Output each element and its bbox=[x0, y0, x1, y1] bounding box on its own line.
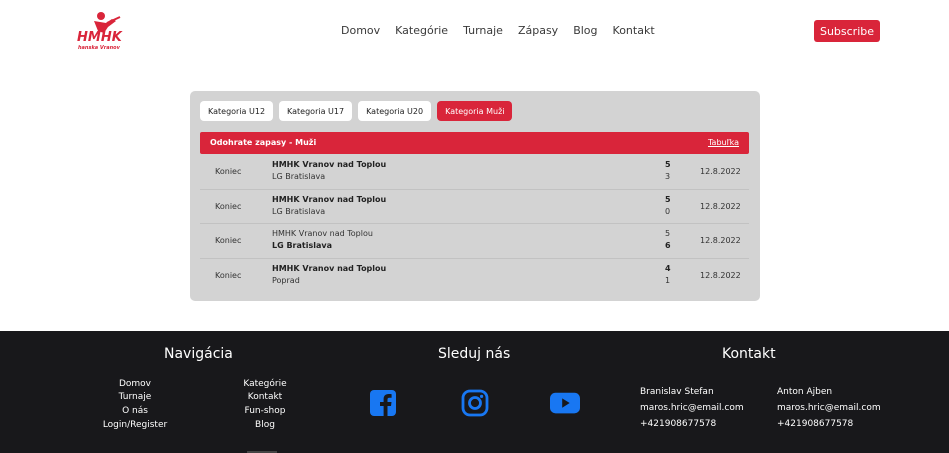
match-date: 12.8.2022 bbox=[700, 236, 741, 245]
home-score: 5 bbox=[665, 194, 671, 204]
away-score: 3 bbox=[665, 172, 671, 181]
contact-email[interactable]: maros.hric@email.com bbox=[777, 403, 881, 413]
category-tabs: Kategoria U12 Kategoria U17 Kategoria U2… bbox=[200, 101, 518, 121]
nav-item-zapasy[interactable]: Zápasy bbox=[518, 24, 558, 38]
main-nav: Domov Kategórie Turnaje Zápasy Blog Kont… bbox=[341, 24, 670, 38]
logo-icon: HMHK hanska Vranov bbox=[77, 12, 123, 51]
contact-name: Anton Ajben bbox=[777, 387, 833, 397]
match-status: Koniec bbox=[215, 270, 242, 280]
match-date: 12.8.2022 bbox=[700, 167, 741, 176]
away-score: 0 bbox=[665, 206, 671, 216]
section-title: Odohrate zapasy - Muži bbox=[210, 138, 317, 147]
away-score: 1 bbox=[665, 275, 671, 285]
site-header: HMHK hanska Vranov Domov Kategórie Turna… bbox=[0, 0, 949, 62]
away-team: Poprad bbox=[272, 275, 300, 285]
tab-u20[interactable]: Kategoria U20 bbox=[358, 101, 432, 121]
subscribe-button[interactable]: Subscribe bbox=[814, 20, 880, 42]
away-team: LG Bratislava bbox=[272, 241, 332, 250]
tab-u17[interactable]: Kategoria U17 bbox=[279, 101, 353, 121]
nav-item-blog[interactable]: Blog bbox=[573, 24, 597, 38]
match-row[interactable]: Koniec HMHK Vranov nad Toplou LG Bratisl… bbox=[200, 190, 749, 224]
facebook-icon[interactable] bbox=[368, 388, 398, 418]
footer-nav-heading: Navigácia bbox=[164, 346, 233, 362]
match-date: 12.8.2022 bbox=[700, 201, 741, 211]
contact-email[interactable]: maros.hric@email.com bbox=[640, 403, 744, 413]
contact-phone[interactable]: +421908677578 bbox=[640, 419, 716, 429]
home-team: HMHK Vranov nad Toplou bbox=[272, 229, 373, 238]
contact-phone[interactable]: +421908677578 bbox=[777, 419, 853, 429]
tab-u12[interactable]: Kategoria U12 bbox=[200, 101, 274, 121]
logo-subtext: hanska Vranov bbox=[78, 45, 121, 51]
footer-link-login[interactable]: Login/Register bbox=[95, 420, 175, 430]
section-header: Odohrate zapasy - Muži Tabuľka bbox=[200, 132, 749, 154]
away-team: LG Bratislava bbox=[272, 206, 326, 216]
match-row[interactable]: Koniec HMHK Vranov nad Toplou Poprad 4 1… bbox=[200, 259, 749, 294]
footer-link-kategorie[interactable]: Kategórie bbox=[225, 379, 305, 389]
away-score: 6 bbox=[665, 241, 671, 250]
home-team: HMHK Vranov nad Toplou bbox=[272, 194, 387, 204]
tab-muzi[interactable]: Kategoria Muži bbox=[437, 101, 513, 121]
nav-item-domov[interactable]: Domov bbox=[341, 24, 380, 38]
matches-card: Kategoria U12 Kategoria U17 Kategoria U2… bbox=[190, 91, 760, 301]
match-date: 12.8.2022 bbox=[700, 270, 741, 280]
site-logo[interactable]: HMHK hanska Vranov bbox=[74, 11, 130, 51]
match-row[interactable]: Koniec HMHK Vranov nad Toplou LG Bratisl… bbox=[200, 155, 749, 190]
youtube-icon[interactable] bbox=[550, 388, 580, 418]
home-score: 5 bbox=[665, 160, 671, 169]
home-score: 5 bbox=[665, 229, 671, 238]
instagram-icon[interactable] bbox=[460, 388, 490, 418]
footer-link-kontakt[interactable]: Kontakt bbox=[225, 392, 305, 402]
contact-name: Branislav Stefan bbox=[640, 387, 714, 397]
nav-item-kategorie[interactable]: Kategórie bbox=[395, 24, 448, 38]
site-footer: Navigácia Domov Turnaje O nás Login/Regi… bbox=[0, 331, 949, 453]
footer-social-heading: Sleduj nás bbox=[438, 346, 511, 362]
match-list: Koniec HMHK Vranov nad Toplou LG Bratisl… bbox=[200, 155, 749, 293]
match-status: Koniec bbox=[215, 201, 242, 211]
match-status: Koniec bbox=[215, 167, 242, 176]
home-team: HMHK Vranov nad Toplou bbox=[272, 263, 387, 273]
logo-text: HMHK bbox=[77, 30, 123, 45]
footer-link-o-nas[interactable]: O nás bbox=[95, 406, 175, 416]
home-team: HMHK Vranov nad Toplou bbox=[272, 160, 387, 169]
nav-item-kontakt[interactable]: Kontakt bbox=[613, 24, 655, 38]
footer-link-turnaje[interactable]: Turnaje bbox=[95, 392, 175, 402]
footer-link-domov[interactable]: Domov bbox=[95, 379, 175, 389]
home-score: 4 bbox=[665, 263, 671, 273]
footer-contact-heading: Kontakt bbox=[722, 346, 776, 362]
away-team: LG Bratislava bbox=[272, 172, 326, 181]
footer-link-blog[interactable]: Blog bbox=[225, 420, 305, 430]
table-link[interactable]: Tabuľka bbox=[708, 138, 739, 147]
match-row[interactable]: Koniec HMHK Vranov nad Toplou LG Bratisl… bbox=[200, 224, 749, 259]
nav-item-turnaje[interactable]: Turnaje bbox=[463, 24, 503, 38]
match-status: Koniec bbox=[215, 236, 242, 245]
footer-link-fun-shop[interactable]: Fun-shop bbox=[225, 406, 305, 416]
